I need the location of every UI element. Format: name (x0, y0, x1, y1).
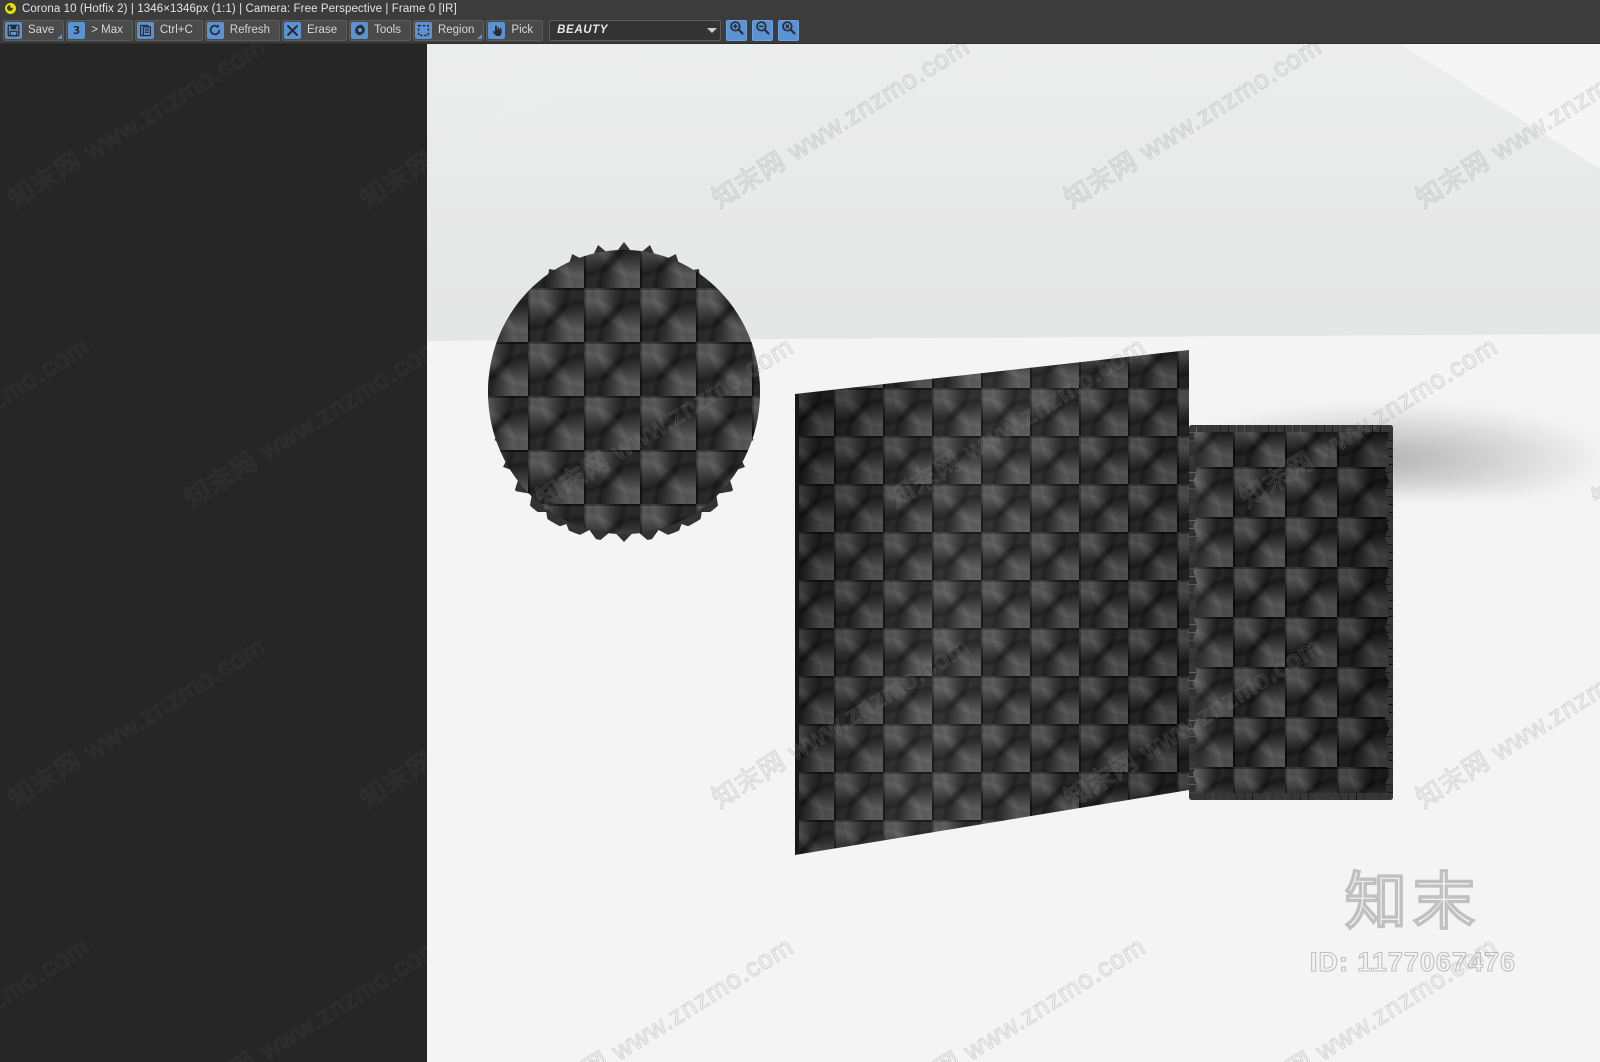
znzmo-logo-watermark: 知末 ID: 1177067476 (1309, 865, 1516, 978)
wall-panel-left-edge (795, 394, 799, 855)
curved-panel-shading (1189, 425, 1393, 800)
toolbar: Save 3 > Max Ctrl+C Refresh Erase Tools (0, 17, 1600, 44)
region-button-label: Region (437, 24, 475, 36)
acoustic-panel-curved (1189, 425, 1393, 800)
copy-button[interactable]: Ctrl+C (134, 19, 203, 41)
zoom-out-button[interactable] (752, 19, 774, 41)
tools-button-label: Tools (374, 24, 401, 36)
region-button[interactable]: Region (412, 19, 485, 41)
magnifier-plus-icon (729, 20, 744, 40)
window-title: Corona 10 (Hotfix 2) | 1346×1346px (1:1)… (22, 2, 457, 15)
save-button-label: Save (28, 24, 55, 36)
x-cross-icon (284, 21, 302, 39)
hand-pointer-icon (488, 21, 506, 39)
sphere-body (488, 250, 760, 534)
clipboard-icon (136, 21, 154, 39)
chevron-down-icon[interactable] (707, 27, 718, 33)
znzmo-logo-text: 知末 (1344, 865, 1481, 938)
curved-panel-top-edge (1189, 425, 1393, 432)
copy-button-label: Ctrl+C (159, 24, 193, 36)
erase-button[interactable]: Erase (282, 19, 348, 41)
zoom-in-button[interactable] (726, 19, 748, 41)
curved-panel-bottom-edge (1189, 793, 1393, 800)
max-button-label: > Max (91, 24, 123, 36)
erase-button-label: Erase (307, 24, 338, 36)
magnifier-minus-icon (755, 20, 770, 40)
corona-logo-icon (5, 3, 16, 14)
gear-icon (351, 21, 369, 39)
title-bar: Corona 10 (Hotfix 2) | 1346×1346px (1:1)… (0, 0, 1600, 17)
pick-button-label: Pick (511, 24, 534, 36)
wall-panel-shading (795, 350, 1189, 855)
unrendered-region (0, 44, 427, 1062)
tools-button[interactable]: Tools (349, 19, 411, 41)
max-button[interactable]: 3 > Max (66, 19, 133, 41)
svg-text:3: 3 (73, 25, 80, 37)
save-button[interactable]: Save (3, 19, 65, 41)
model-id-label: ID: 1177067476 (1309, 946, 1516, 977)
render-pass-value: BEAUTY (557, 24, 609, 36)
refresh-button[interactable]: Refresh (204, 19, 281, 41)
render-viewport[interactable]: 知末网 www.znzmo.com知末网 www.znzmo.com知末网 ww… (0, 44, 1600, 1062)
zoom-reset-button[interactable] (778, 19, 800, 41)
marquee-select-icon (414, 21, 432, 39)
pick-button[interactable]: Pick (486, 19, 544, 41)
render-pass-select[interactable]: BEAUTY (549, 19, 722, 41)
number-3-icon: 3 (68, 21, 86, 39)
acoustic-panel-sphere (480, 242, 768, 542)
refresh-icon (206, 21, 224, 39)
sphere-texture (488, 250, 760, 534)
magnifier-close-icon (781, 20, 796, 40)
refresh-button-label: Refresh (229, 24, 271, 36)
acoustic-panel-wall (795, 350, 1189, 855)
floppy-disk-icon (5, 21, 22, 39)
